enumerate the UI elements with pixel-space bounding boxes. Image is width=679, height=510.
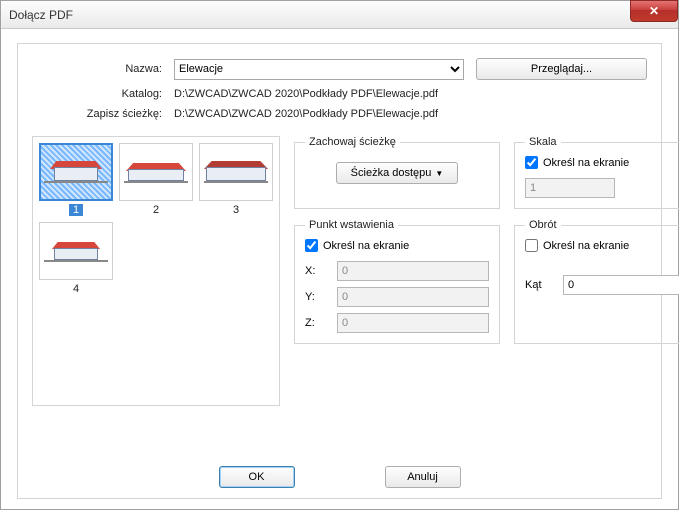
x-input[interactable] — [337, 261, 489, 281]
y-label: Y: — [305, 291, 329, 303]
insert-onscreen-label: Określ na ekranie — [323, 240, 409, 252]
thumb-cell: 2 — [119, 143, 193, 216]
path-type-label: Ścieżka dostępu — [351, 167, 432, 179]
page-thumb-4[interactable] — [39, 222, 113, 280]
scale-group: Skala Określ na ekranie — [514, 136, 679, 209]
page-number: 1 — [69, 204, 83, 216]
scale-onscreen-input[interactable] — [525, 156, 538, 169]
rotation-legend: Obrót — [525, 219, 561, 231]
y-input[interactable] — [337, 287, 489, 307]
catalog-label: Katalog: — [32, 88, 162, 100]
name-label: Nazwa: — [32, 63, 162, 75]
scale-onscreen-checkbox[interactable]: Określ na ekranie — [525, 156, 629, 169]
dialog-window: Dołącz PDF ✕ Nazwa: Elewacje Przeglądaj.… — [0, 0, 679, 510]
path-type-button[interactable]: Ścieżka dostępu ▼ — [336, 162, 459, 184]
keep-path-legend: Zachowaj ścieżkę — [305, 136, 400, 148]
angle-input[interactable] — [563, 275, 679, 295]
titlebar: Dołącz PDF ✕ — [1, 1, 678, 29]
close-icon: ✕ — [649, 4, 659, 18]
z-input[interactable] — [337, 313, 489, 333]
insertion-point-legend: Punkt wstawienia — [305, 219, 398, 231]
savepath-value: D:\ZWCAD\ZWCAD 2020\Podkłady PDF\Elewacj… — [174, 108, 647, 120]
thumb-cell: 1 — [39, 143, 113, 216]
page-number: 4 — [69, 283, 83, 295]
thumb-cell: 3 — [199, 143, 273, 216]
close-button[interactable]: ✕ — [630, 0, 678, 22]
insert-onscreen-checkbox[interactable]: Określ na ekranie — [305, 239, 409, 252]
angle-label: Kąt — [525, 279, 555, 291]
options-area: Zachowaj ścieżkę Ścieżka dostępu ▼ Skala — [294, 136, 679, 406]
rotation-onscreen-checkbox[interactable]: Określ na ekranie — [525, 239, 629, 252]
lower-area: 1 2 3 4 — [32, 136, 647, 406]
savepath-label: Zapisz ścieżkę: — [32, 108, 162, 120]
dialog-footer: OK Anuluj — [18, 466, 661, 488]
scale-legend: Skala — [525, 136, 561, 148]
insertion-point-group: Punkt wstawienia Określ na ekranie X: Y: — [294, 219, 500, 344]
page-thumbnails: 1 2 3 4 — [32, 136, 280, 406]
keep-path-group: Zachowaj ścieżkę Ścieżka dostępu ▼ — [294, 136, 500, 209]
rotation-group: Obrót Określ na ekranie Kąt — [514, 219, 679, 344]
name-combo[interactable]: Elewacje — [174, 59, 464, 80]
cancel-button[interactable]: Anuluj — [385, 466, 461, 488]
page-thumb-3[interactable] — [199, 143, 273, 201]
main-panel: Nazwa: Elewacje Przeglądaj... Katalog: D… — [17, 43, 662, 499]
thumb-cell: 4 — [39, 222, 113, 295]
page-thumb-1[interactable] — [39, 143, 113, 201]
scale-onscreen-label: Określ na ekranie — [543, 157, 629, 169]
page-thumb-2[interactable] — [119, 143, 193, 201]
browse-button[interactable]: Przeglądaj... — [476, 58, 647, 80]
z-label: Z: — [305, 317, 329, 329]
x-label: X: — [305, 265, 329, 277]
rotation-onscreen-label: Określ na ekranie — [543, 240, 629, 252]
insert-onscreen-input[interactable] — [305, 239, 318, 252]
catalog-value: D:\ZWCAD\ZWCAD 2020\Podkłady PDF\Elewacj… — [174, 88, 647, 100]
content-area: Nazwa: Elewacje Przeglądaj... Katalog: D… — [1, 29, 678, 509]
page-number: 3 — [229, 204, 243, 216]
file-info-grid: Nazwa: Elewacje Przeglądaj... Katalog: D… — [32, 58, 647, 120]
ok-button[interactable]: OK — [219, 466, 295, 488]
page-number: 2 — [149, 204, 163, 216]
rotation-onscreen-input[interactable] — [525, 239, 538, 252]
chevron-down-icon: ▼ — [435, 169, 443, 178]
scale-value-input[interactable] — [525, 178, 615, 198]
window-title: Dołącz PDF — [9, 8, 73, 22]
